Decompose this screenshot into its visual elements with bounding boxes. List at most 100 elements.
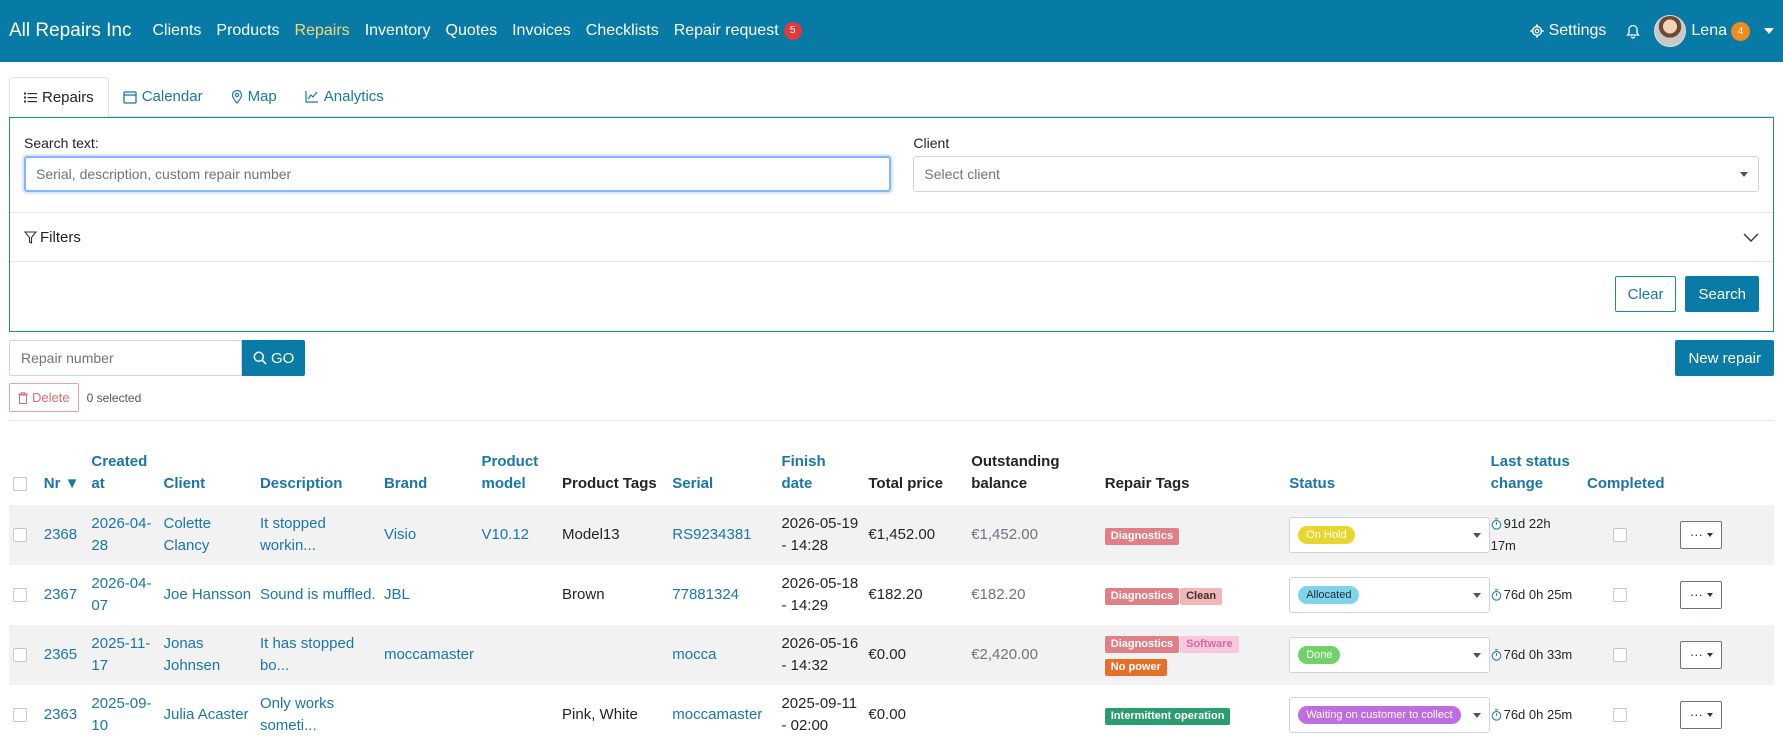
header-outstanding-balance: Outstanding balance (971, 453, 1060, 492)
settings-label: Settings (1548, 22, 1607, 39)
user-menu[interactable]: Lena 4 (1654, 15, 1774, 47)
header-finish-date[interactable]: Finish date (777, 421, 864, 505)
repair-nr-link[interactable]: 2368 (44, 526, 77, 543)
bell-icon[interactable] (1626, 24, 1641, 39)
header-status[interactable]: Status (1285, 421, 1486, 505)
header-completed[interactable]: Completed (1583, 421, 1676, 505)
table-row: 2363 2025-09-10 Julia Acaster Only works… (9, 685, 1774, 745)
row-actions-menu[interactable]: ··· (1680, 581, 1723, 609)
last-status-change-cell: 91d 22h 17m (1487, 505, 1583, 565)
completed-checkbox[interactable] (1613, 708, 1628, 723)
brand-link[interactable]: Visio (384, 526, 416, 543)
filters-toggle[interactable]: Filters (10, 212, 1773, 262)
search-input[interactable]: Serial, description, custom repair numbe… (24, 156, 892, 192)
repair-number-input[interactable]: Repair number (9, 340, 242, 376)
chevron-down-icon (1706, 713, 1713, 717)
tab-calendar-label: Calendar (141, 88, 203, 105)
header-product-tags: Product Tags (562, 475, 657, 492)
go-button[interactable]: GO (242, 340, 306, 376)
nav-checklists[interactable]: Checklists (586, 22, 659, 40)
tab-analytics[interactable]: Analytics (291, 77, 398, 116)
tab-calendar[interactable]: Calendar (109, 77, 217, 116)
header-nr[interactable]: Nr ▼ (40, 421, 88, 505)
repair-number-placeholder: Repair number (21, 350, 114, 366)
nav-repair-request[interactable]: Repair request 5 (674, 22, 802, 40)
product-tags-cell: Brown (562, 586, 605, 603)
header-product-model[interactable]: Product model (477, 421, 558, 505)
last-status-change-cell: 76d 0h 25m (1487, 685, 1583, 745)
description-link[interactable]: It has stopped bo... (260, 635, 354, 674)
tab-map[interactable]: Map (217, 77, 291, 116)
product-model-link[interactable]: V10.12 (481, 526, 529, 543)
completed-checkbox[interactable] (1613, 528, 1628, 543)
header-serial[interactable]: Serial (668, 421, 777, 505)
repair-tags-cell: Diagnostics Clean (1101, 565, 1285, 625)
created-at-link[interactable]: 2026-04-07 (91, 575, 151, 614)
description-link[interactable]: It stopped workin... (260, 515, 326, 554)
status-select[interactable]: Done (1289, 637, 1491, 673)
chevron-down-icon (1740, 171, 1748, 177)
header-brand[interactable]: Brand (380, 421, 478, 505)
tab-repairs[interactable]: Repairs (9, 77, 109, 117)
nav-invoices[interactable]: Invoices (512, 22, 571, 40)
settings-link[interactable]: Settings (1530, 22, 1607, 40)
description-link[interactable]: Only works someti... (260, 695, 334, 734)
client-link[interactable]: Jonas Johnsen (164, 635, 221, 674)
header-created-at[interactable]: Created at (87, 421, 159, 505)
row-checkbox[interactable] (13, 588, 27, 603)
header-last-status-change[interactable]: Last status change (1487, 421, 1583, 505)
row-actions-menu[interactable]: ··· (1680, 701, 1723, 729)
clear-button[interactable]: Clear (1614, 276, 1677, 312)
gear-icon (1530, 24, 1544, 38)
completed-checkbox[interactable] (1613, 648, 1628, 663)
status-select[interactable]: On Hold (1289, 517, 1491, 553)
user-notification-badge: 4 (1731, 21, 1750, 41)
row-checkbox[interactable] (13, 708, 27, 723)
row-checkbox[interactable] (13, 648, 27, 663)
nav-inventory[interactable]: Inventory (365, 22, 431, 40)
created-at-link[interactable]: 2026-04-28 (91, 515, 151, 554)
select-all-checkbox[interactable] (13, 477, 27, 492)
header-description[interactable]: Description (256, 421, 380, 505)
description-link[interactable]: Sound is muffled. (260, 586, 376, 603)
nav-clients[interactable]: Clients (153, 22, 202, 40)
status-select[interactable]: Allocated (1289, 577, 1491, 613)
nav-products[interactable]: Products (216, 22, 279, 40)
completed-checkbox[interactable] (1613, 588, 1628, 603)
view-tabs: Repairs Calendar Map Analytics (9, 77, 1774, 117)
status-select[interactable]: Waiting on customer to collect (1289, 697, 1491, 733)
created-at-link[interactable]: 2025-11-17 (91, 635, 150, 674)
brand-name[interactable]: All Repairs Inc (9, 20, 132, 42)
serial-link[interactable]: mocca (672, 646, 716, 663)
created-at-link[interactable]: 2025-09-10 (91, 695, 151, 734)
row-actions-menu[interactable]: ··· (1680, 641, 1723, 669)
client-link[interactable]: Julia Acaster (164, 706, 249, 723)
brand-link[interactable]: JBL (384, 586, 410, 603)
client-link[interactable]: Joe Hansson (164, 586, 252, 603)
more-icon: ··· (1689, 587, 1703, 602)
nav-repairs[interactable]: Repairs (295, 22, 350, 40)
delete-button[interactable]: Delete (9, 383, 79, 412)
client-select[interactable]: Select client (913, 156, 1759, 192)
client-link[interactable]: Colette Clancy (164, 515, 212, 554)
repair-tags-cell: Diagnostics Software No power (1101, 625, 1285, 685)
repair-nr-link[interactable]: 2367 (44, 586, 77, 603)
serial-link[interactable]: 77881324 (672, 586, 739, 603)
user-name: Lena (1691, 22, 1727, 39)
nav-quotes[interactable]: Quotes (446, 22, 498, 40)
header-client[interactable]: Client (160, 421, 256, 505)
list-icon (24, 92, 37, 102)
new-repair-button[interactable]: New repair (1675, 340, 1774, 376)
outstanding-balance-cell: €1,452.00 (971, 526, 1038, 543)
panel-actions: Clear Search (10, 262, 1773, 312)
selected-count: 0 selected (86, 390, 142, 405)
tab-repairs-label: Repairs (42, 88, 94, 106)
brand-link[interactable]: moccamaster (384, 646, 474, 663)
serial-link[interactable]: moccamaster (672, 706, 762, 723)
serial-link[interactable]: RS9234381 (672, 526, 751, 543)
row-checkbox[interactable] (13, 528, 27, 543)
repair-nr-link[interactable]: 2365 (44, 646, 77, 663)
search-button[interactable]: Search (1685, 276, 1759, 312)
repair-nr-link[interactable]: 2363 (44, 706, 77, 723)
row-actions-menu[interactable]: ··· (1680, 521, 1723, 549)
